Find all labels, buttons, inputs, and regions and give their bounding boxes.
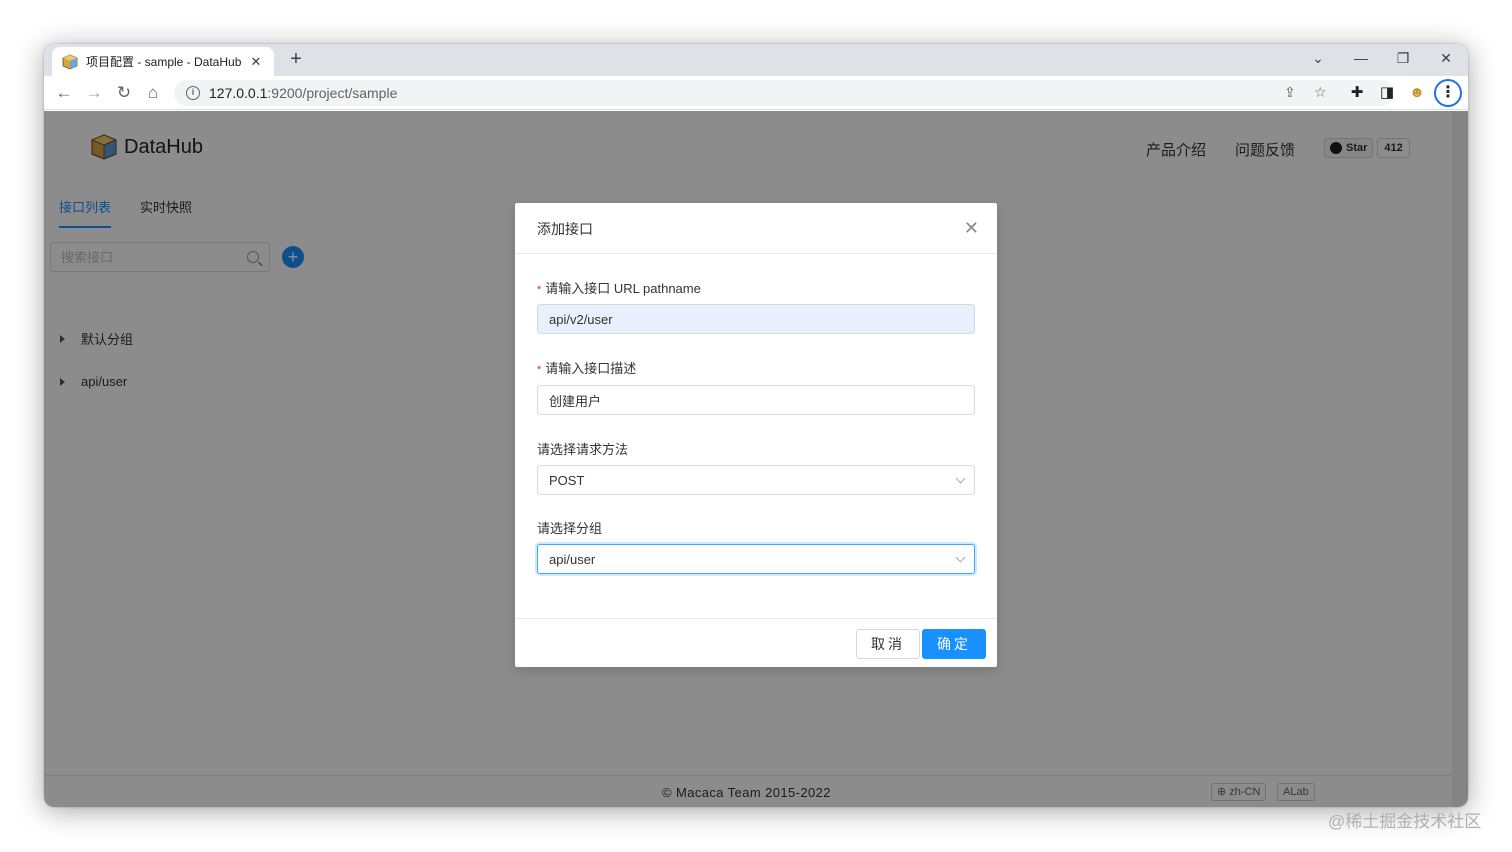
chevron-down-icon[interactable] <box>955 552 966 563</box>
reload-icon[interactable]: ↻ <box>114 83 134 103</box>
side-panel-icon[interactable]: ◨ <box>1377 83 1397 103</box>
profile-avatar-icon[interactable]: ☻ <box>1407 83 1427 103</box>
restore-icon[interactable]: ❐ <box>1391 50 1415 67</box>
tab-close-icon[interactable]: ✕ <box>248 54 264 70</box>
browser-toolbar: ← → ↻ ⌂ i 127.0.0.1:9200/project/sample … <box>44 76 1468 110</box>
pathname-label: * 请输入接口 URL pathname <box>537 278 701 297</box>
method-select[interactable]: POST <box>537 465 975 495</box>
site-info-icon[interactable]: i <box>186 86 200 100</box>
browser-tab-active[interactable]: 项目配置 - sample - DataHub ✕ <box>52 47 274 76</box>
home-icon[interactable]: ⌂ <box>143 83 163 103</box>
tab-search-chevron-icon[interactable]: ⌄ <box>1306 50 1330 67</box>
url-path: :9200/project/sample <box>267 85 398 101</box>
browser-menu-icon[interactable]: ⋮ <box>1434 79 1462 107</box>
forward-arrow-icon[interactable]: → <box>84 83 104 103</box>
required-mark: * <box>537 284 542 296</box>
pathname-input[interactable]: api/v2/user <box>537 304 975 334</box>
desc-label-text: 请输入接口描述 <box>545 361 637 376</box>
page-content: DataHub 产品介绍 问题反馈 Star 412 接口列表 实时快照 + 默… <box>44 111 1468 807</box>
required-mark: * <box>537 364 542 376</box>
browser-window: 项目配置 - sample - DataHub ✕ + ⌄ — ❐ ✕ ← → … <box>44 44 1468 807</box>
modal-title: 添加接口 <box>537 221 593 237</box>
description-input[interactable]: 创建用户 <box>537 385 975 415</box>
modal-footer: 取消 确定 <box>515 618 997 667</box>
cancel-button[interactable]: 取消 <box>856 629 920 659</box>
method-label: 请选择请求方法 <box>537 442 629 457</box>
bookmark-star-icon[interactable]: ☆ <box>1314 84 1327 101</box>
share-icon[interactable]: ⇪ <box>1284 84 1296 101</box>
extensions-puzzle-icon[interactable]: ✚ <box>1347 83 1367 103</box>
confirm-button[interactable]: 确定 <box>922 629 986 659</box>
datahub-favicon-icon <box>62 54 78 69</box>
watermark: @稀土掘金技术社区 <box>1328 812 1482 831</box>
window-close-icon[interactable]: ✕ <box>1434 50 1458 67</box>
group-label: 请选择分组 <box>537 521 603 536</box>
back-arrow-icon[interactable]: ← <box>54 83 74 103</box>
group-select-value: api/user <box>549 551 596 567</box>
minimize-icon[interactable]: — <box>1349 50 1373 66</box>
url-host: 127.0.0.1 <box>209 85 268 101</box>
tab-strip: 项目配置 - sample - DataHub ✕ + ⌄ — ❐ ✕ <box>44 44 1468 76</box>
method-select-value: POST <box>549 472 585 488</box>
new-tab-button[interactable]: + <box>284 48 308 71</box>
chevron-down-icon[interactable] <box>955 473 966 484</box>
desc-label: * 请输入接口描述 <box>537 358 636 377</box>
close-icon[interactable]: ✕ <box>964 218 979 238</box>
add-interface-modal: 添加接口 ✕ * 请输入接口 URL pathname api/v2/user *… <box>515 203 997 667</box>
tab-title: 项目配置 - sample - DataHub <box>86 55 242 69</box>
address-bar[interactable]: i 127.0.0.1:9200/project/sample ⇪ ☆ <box>174 80 1394 106</box>
group-select[interactable]: api/user <box>537 544 975 574</box>
pathname-label-text: 请输入接口 URL pathname <box>545 281 701 296</box>
modal-header: 添加接口 ✕ <box>515 203 997 254</box>
